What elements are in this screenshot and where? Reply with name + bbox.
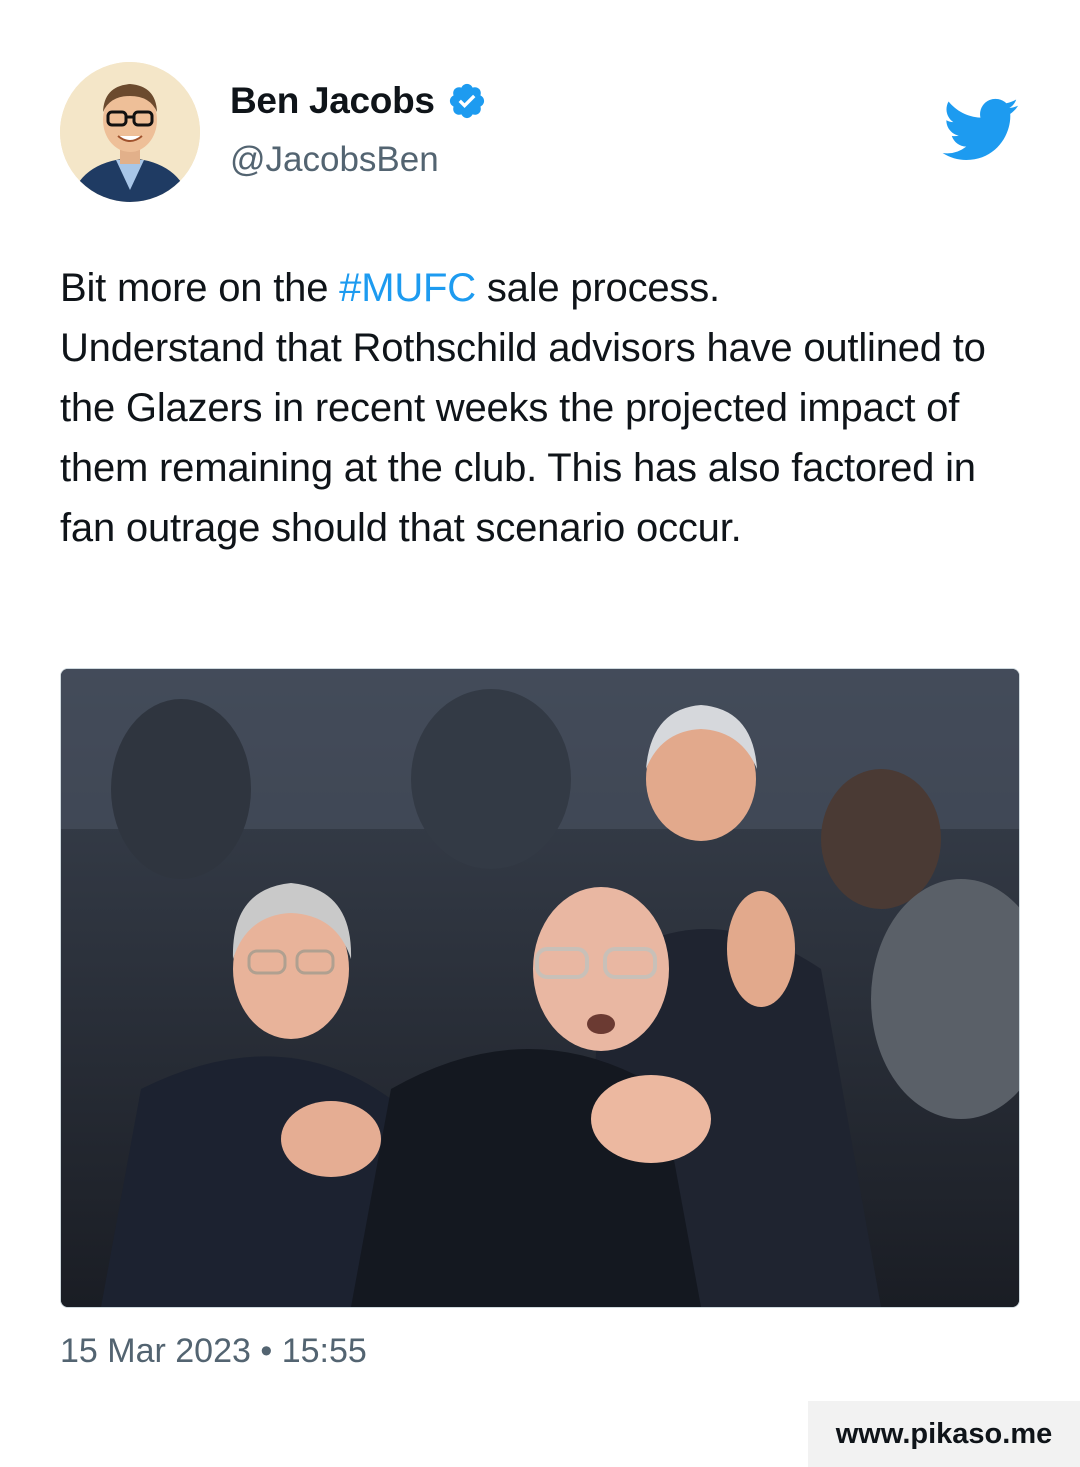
tweet-text-intro-end: sale process.: [475, 266, 720, 310]
user-handle[interactable]: @JacobsBen: [230, 140, 439, 180]
hashtag-link[interactable]: #MUFC: [339, 266, 476, 310]
tweet-text-body: Understand that Rothschild advisors have…: [60, 326, 986, 550]
tweet-text-intro: Bit more on the: [60, 266, 340, 310]
name-row: Ben Jacobs: [230, 80, 487, 122]
tweet-header: Ben Jacobs @JacobsBen: [60, 62, 1020, 202]
twitter-bird-icon: [942, 98, 1020, 162]
verified-badge-icon: [447, 81, 487, 121]
tweet-timestamp[interactable]: 15 Mar 2023 • 15:55: [60, 1332, 367, 1371]
tweet-text: Bit more on the #MUFC sale process. Under…: [60, 258, 1025, 558]
display-name[interactable]: Ben Jacobs: [230, 80, 435, 122]
watermark: www.pikaso.me: [808, 1401, 1080, 1467]
stadium-crowd-photo: [61, 669, 1019, 1307]
tweet-photo[interactable]: [60, 668, 1020, 1308]
avatar[interactable]: [60, 62, 200, 202]
avatar-image: [60, 62, 200, 202]
